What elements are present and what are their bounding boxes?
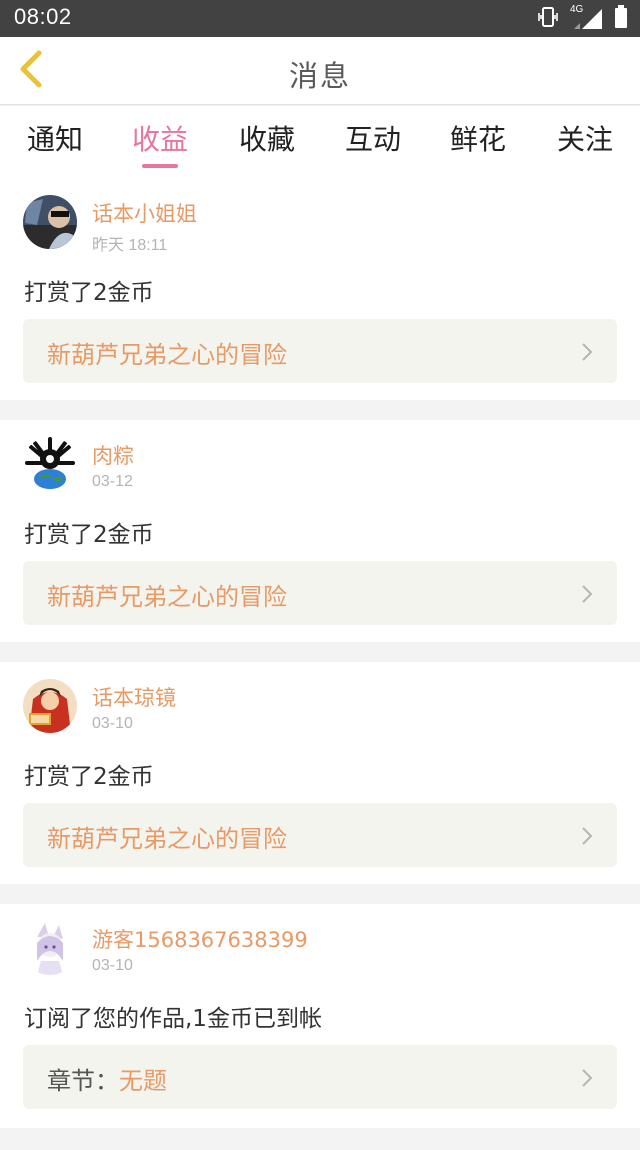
message-text: 打赏了2金币 [24,764,154,790]
message-time: 03-10 [92,957,133,974]
page-title: 消息 [288,59,351,93]
user-name[interactable]: 话本琼镜 [92,682,176,712]
work-title: 新葫芦兄弟之心的冒险 [47,341,287,369]
work-link[interactable]: 新葫芦兄弟之心的冒险 [23,319,617,383]
message-item: 肉粽 03-12 打赏了2金币 新葫芦兄弟之心的冒险 [0,420,640,642]
work-link[interactable]: 新葫芦兄弟之心的冒险 [23,803,617,867]
chevron-right-icon [581,584,593,608]
chapter-label: 章节： [47,1067,119,1095]
tab-notifications[interactable]: 通知 [10,118,100,158]
chapter-title: 无题 [119,1067,167,1095]
user-name[interactable]: 肉粽 [92,440,134,470]
chapter-text: 章节：无题 [47,1061,167,1096]
tab-earnings[interactable]: 收益 [115,118,205,158]
network-type: 4G [570,4,584,15]
status-icons: 4G [536,4,628,33]
signal-icon: 4G [570,4,604,31]
tab-interactions[interactable]: 互动 [328,118,418,158]
chevron-right-icon [581,826,593,850]
message-text: 打赏了2金币 [24,522,154,548]
avatar[interactable] [23,195,77,249]
tab-favorites[interactable]: 收藏 [222,118,312,158]
tab-bar: 通知 收益 收藏 互动 鲜花 关注 [0,106,640,178]
tab-flowers[interactable]: 鲜花 [433,118,523,158]
list-bottom [0,1128,640,1138]
avatar[interactable] [23,437,77,491]
work-title: 新葫芦兄弟之心的冒险 [47,825,287,853]
message-item: 话本小姐姐 昨天 18:11 打赏了2金币 新葫芦兄弟之心的冒险 [0,178,640,400]
message-time: 03-12 [92,473,133,490]
work-link[interactable]: 新葫芦兄弟之心的冒险 [23,561,617,625]
avatar[interactable] [23,921,77,975]
battery-icon [614,5,628,33]
chevron-right-icon [581,1068,593,1092]
tab-follows[interactable]: 关注 [540,118,630,158]
active-tab-indicator [142,164,178,168]
message-text: 打赏了2金币 [24,280,154,306]
status-time: 08:02 [14,4,72,29]
status-bar: 08:02 4G [0,0,640,37]
message-text: 订阅了您的作品,1金币已到帐 [24,1006,322,1032]
message-list: 话本小姐姐 昨天 18:11 打赏了2金币 新葫芦兄弟之心的冒险 肉粽 03-1… [0,178,640,1150]
user-name[interactable]: 话本小姐姐 [92,198,197,228]
message-time: 昨天 18:11 [92,237,168,254]
message-item: 话本琼镜 03-10 打赏了2金币 新葫芦兄弟之心的冒险 [0,662,640,884]
work-title: 新葫芦兄弟之心的冒险 [47,583,287,611]
user-name[interactable]: 游客1568367638399 [92,924,308,954]
app-header: 消息 [0,37,640,105]
vibrate-icon [536,5,560,33]
avatar[interactable] [23,679,77,733]
chapter-link[interactable]: 章节：无题 [23,1045,617,1109]
message-time: 03-10 [92,715,133,732]
message-item: 游客1568367638399 03-10 订阅了您的作品,1金币已到帐 章节：… [0,904,640,1130]
chevron-right-icon [581,342,593,366]
